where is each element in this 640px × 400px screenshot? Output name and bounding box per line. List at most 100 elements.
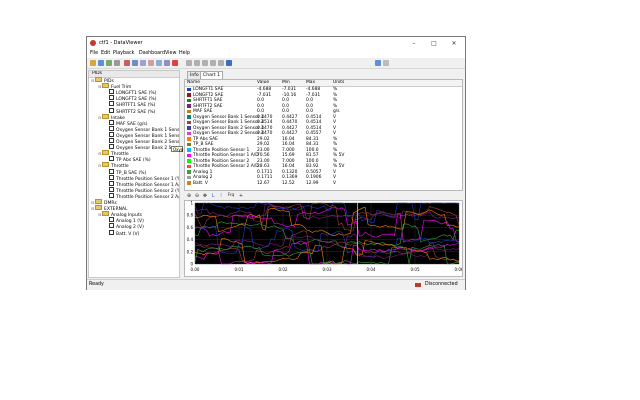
tree-folder[interactable]: ⊟ EXTERNAL bbox=[91, 205, 128, 212]
save-icon[interactable] bbox=[98, 60, 104, 66]
tree-item[interactable]: Oxygen Sensor Bank 2 Sensor 1 (V) bbox=[105, 138, 179, 145]
dashboard-save-icon[interactable] bbox=[375, 60, 381, 66]
rewind-icon[interactable] bbox=[194, 60, 200, 66]
cursor-icon[interactable]: ⊺ bbox=[218, 193, 224, 199]
menu-playback[interactable]: Playback bbox=[113, 51, 134, 56]
y-tick-label: 0.4 bbox=[187, 237, 194, 242]
x-tick-label: 0:06 bbox=[455, 267, 462, 272]
checkbox[interactable] bbox=[109, 156, 114, 162]
series-color-swatch bbox=[187, 142, 191, 147]
tree-item[interactable]: Throttle Position Sensor 2 A/D (% 5 bbox=[105, 192, 179, 200]
checkbox[interactable] bbox=[109, 89, 114, 95]
tree-item[interactable]: Throttle Position Sensor 1 A/D (% 5 bbox=[105, 180, 179, 188]
x-tick-label: 0:02 bbox=[279, 267, 288, 272]
checkbox[interactable] bbox=[109, 119, 114, 125]
checkbox[interactable] bbox=[109, 186, 114, 192]
series-color-swatch bbox=[187, 120, 191, 125]
menu-view[interactable]: View bbox=[165, 51, 176, 56]
folder-icon bbox=[102, 113, 109, 119]
series-color-swatch bbox=[187, 153, 191, 158]
refresh-icon[interactable] bbox=[156, 60, 162, 66]
folder-icon bbox=[102, 83, 109, 89]
tree-item[interactable]: Oxygen Sensor Bank 1 Sensor 2 (V) bbox=[105, 131, 179, 139]
zoom-out-icon[interactable]: ⊖ bbox=[194, 193, 200, 199]
tree-item[interactable]: Batt. V (V) bbox=[105, 229, 139, 237]
tab-chart-1[interactable]: Chart 1 bbox=[200, 71, 224, 79]
chart-panel: 1 0.8 0.6 0.4 0.2 0 0.00 0:01 0:02 0:03 0:04 0:05 0:… bbox=[184, 200, 464, 277]
checkbox[interactable] bbox=[109, 107, 114, 113]
zoom-in-icon[interactable]: ⊕ bbox=[186, 193, 192, 199]
maximize-icon[interactable]: □ bbox=[425, 38, 443, 49]
tooltip: Oxyg bbox=[171, 146, 184, 152]
dashboard-delete-icon[interactable] bbox=[383, 60, 389, 66]
chart-icon[interactable] bbox=[148, 60, 154, 66]
series-color-swatch bbox=[187, 159, 191, 163]
checkbox[interactable] bbox=[109, 138, 114, 143]
series-color-swatch bbox=[187, 93, 191, 97]
col-name[interactable]: Name bbox=[187, 80, 200, 85]
checkbox[interactable] bbox=[109, 144, 114, 150]
x-tick-label: 0:03 bbox=[323, 267, 332, 272]
x-tick-label: 0:05 bbox=[411, 267, 420, 272]
pan-icon[interactable]: ✥ bbox=[202, 193, 208, 199]
panel-title: PIDs bbox=[92, 71, 103, 76]
fast-forward-icon[interactable] bbox=[218, 60, 224, 66]
tree-item[interactable]: Oxygen Sensor Bank 2 Sensor 2 (V) bbox=[105, 144, 179, 151]
skip-start-icon[interactable] bbox=[186, 60, 192, 66]
menu-dashboard[interactable]: Dashboard bbox=[139, 51, 165, 56]
col-value[interactable]: Value bbox=[257, 80, 269, 85]
checkbox[interactable] bbox=[109, 131, 114, 137]
col-min[interactable]: Min bbox=[282, 80, 290, 85]
add-icon[interactable]: + bbox=[238, 193, 244, 199]
menu-file[interactable]: File bbox=[90, 51, 98, 56]
close-icon[interactable]: ✕ bbox=[445, 38, 463, 49]
table-row[interactable]: Batt. V 12.67 12.52 12.99 V bbox=[185, 181, 462, 187]
skip-end-icon[interactable] bbox=[226, 60, 232, 66]
tree-item[interactable]: Throttle Position Sensor 2 (%) bbox=[105, 186, 179, 194]
checkbox[interactable] bbox=[109, 168, 114, 174]
tree-item[interactable]: Oxygen Sensor Bank 1 Sensor 1 (V) bbox=[105, 125, 179, 133]
open-icon[interactable] bbox=[90, 60, 96, 66]
status-text: Ready bbox=[89, 282, 104, 287]
checkbox[interactable] bbox=[109, 229, 114, 235]
checkbox[interactable] bbox=[109, 192, 114, 198]
menu-edit[interactable]: Edit bbox=[101, 51, 110, 56]
play-icon[interactable] bbox=[210, 60, 216, 66]
record-icon[interactable] bbox=[124, 60, 130, 66]
checkbox[interactable] bbox=[109, 95, 114, 101]
checkbox[interactable] bbox=[109, 217, 114, 223]
col-units[interactable]: Units bbox=[333, 80, 344, 85]
checkbox[interactable] bbox=[109, 174, 114, 180]
tree-folder[interactable]: ⊟ Analog Inputs bbox=[98, 211, 142, 218]
tree-item[interactable]: SHRTFT2 SAE (%) bbox=[105, 107, 155, 115]
tree-folder[interactable]: ⊟ Fuel Trim bbox=[98, 83, 131, 90]
copy-icon[interactable] bbox=[114, 60, 120, 66]
minimize-icon[interactable]: – bbox=[405, 38, 423, 49]
export-icon[interactable] bbox=[106, 60, 112, 66]
y-tick-label: 0.2 bbox=[187, 249, 194, 254]
folder-icon bbox=[102, 150, 109, 156]
checkbox[interactable] bbox=[109, 223, 114, 229]
filter-icon[interactable] bbox=[164, 60, 170, 66]
stop-icon[interactable] bbox=[202, 60, 208, 66]
series-color-swatch bbox=[187, 170, 191, 174]
panel-header: PIDs bbox=[89, 71, 179, 78]
tree-item[interactable]: Throttle Position Sensor 1 (%) bbox=[105, 174, 179, 182]
cell-max: 12.99 bbox=[306, 180, 319, 186]
series-color-swatch bbox=[187, 148, 191, 152]
series-color-swatch bbox=[187, 137, 191, 141]
lock-icon[interactable]: L bbox=[210, 193, 216, 199]
main-toolbar: (new dashboard) bbox=[87, 58, 465, 87]
checkbox[interactable] bbox=[109, 125, 114, 131]
tree-item[interactable]: TP Abs SAE (%) bbox=[105, 156, 151, 163]
line-chart[interactable]: 1 0.8 0.6 0.4 0.2 00.00 0:01 0:02 0:03 0:04 0:05 0:… bbox=[185, 201, 464, 276]
folder-icon bbox=[102, 162, 109, 168]
col-max[interactable]: Max bbox=[306, 80, 315, 85]
delete-icon[interactable] bbox=[172, 60, 178, 66]
settings-icon[interactable] bbox=[132, 60, 138, 66]
menu-help[interactable]: Help bbox=[179, 51, 190, 56]
checkbox[interactable] bbox=[109, 101, 114, 107]
freq-icon[interactable]: Frq bbox=[226, 193, 236, 199]
dashboard-icon[interactable] bbox=[140, 60, 146, 66]
checkbox[interactable] bbox=[109, 180, 114, 186]
